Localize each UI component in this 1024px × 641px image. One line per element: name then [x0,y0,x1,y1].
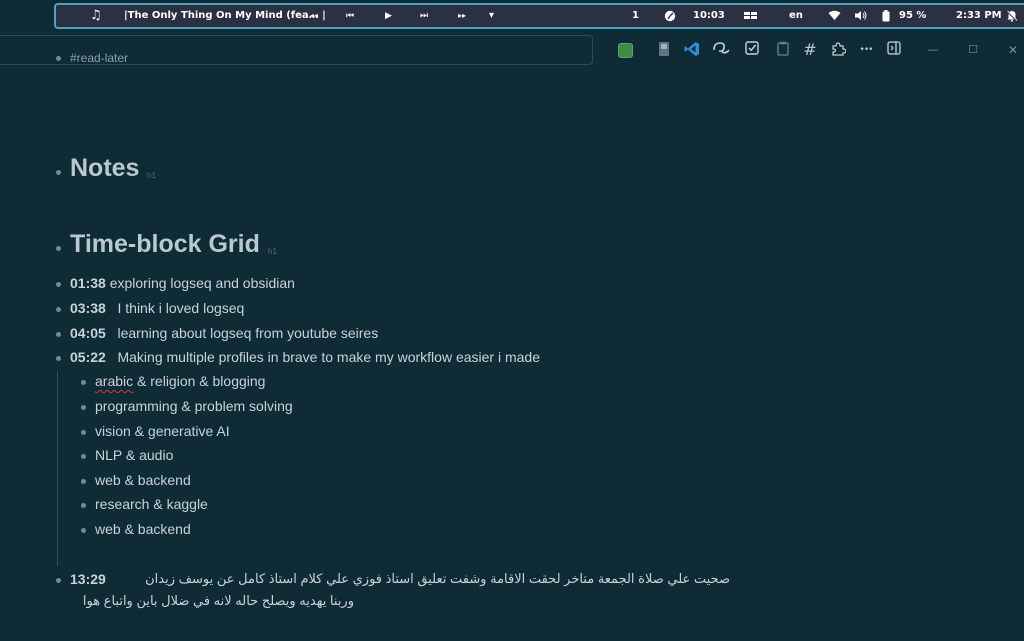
read-later-tag[interactable]: #read-later [70,51,128,65]
close-window-button[interactable]: ✕ [1003,41,1023,59]
arabic-note-line-1[interactable]: صحيت علي صلاة الجمعة متاخر لحقت الاقامة … [118,571,730,587]
keyboard-language[interactable]: en [789,5,803,27]
block-bullet[interactable] [81,380,86,385]
timeblock-item[interactable]: 05:22 Making multiple profiles in brave … [70,349,540,365]
timeblock-item[interactable]: 01:38 exploring logseq and obsidian [70,275,295,291]
clock[interactable]: 2:33 PM [956,5,1002,27]
block-bullet[interactable] [56,282,61,287]
clipboard-icon[interactable] [773,41,793,59]
timeblock-time[interactable]: 13:29 [70,571,106,587]
list-item[interactable]: web & backend [95,472,191,488]
checkbox-icon[interactable] [742,41,762,59]
block-bullet[interactable] [81,503,86,508]
block-bullet[interactable] [56,356,61,361]
timeblock-time: 01:38 [70,275,106,291]
timer-icon [664,5,676,27]
play-icon[interactable]: ▶ [385,5,392,27]
vscode-icon[interactable] [682,41,702,59]
list-item-text: & religion & blogging [133,373,266,389]
notifications-muted-icon[interactable] [1006,5,1018,27]
timer-value[interactable]: 10:03 [693,5,725,27]
heading-level-tag: h1 [268,247,277,256]
block-bullet[interactable] [56,332,61,337]
workspace-indicator[interactable]: 1 [632,5,639,27]
timeblock-item[interactable]: 04:05 learning about logseq from youtube… [70,325,378,341]
list-item[interactable]: vision & generative AI [95,423,230,439]
next-track-icon[interactable]: ⏭ [420,5,428,27]
block-bullet[interactable] [81,454,86,459]
plugin-icon[interactable] [828,41,848,59]
heading-notes[interactable]: Notes [70,154,139,183]
track-title[interactable]: |The Only Thing On My Mind (fea… | [124,5,326,27]
forward-icon[interactable]: ▸▸ [458,5,466,27]
block-bullet[interactable] [81,528,86,533]
list-item[interactable]: programming & problem solving [95,398,293,414]
wifi-icon[interactable] [828,5,841,27]
heading-time-block-grid[interactable]: Time-block Grid [70,230,260,259]
puzzle-app-icon[interactable] [654,41,674,59]
layout-icon[interactable] [744,5,758,27]
rewind-icon[interactable]: ◂◂ [310,5,318,27]
timeblock-text: exploring logseq and obsidian [109,275,295,291]
music-icon[interactable]: ♫ [90,5,102,27]
previous-track-icon[interactable]: ⏮ [346,5,354,27]
battery-icon[interactable] [882,5,890,27]
arabic-note-line-2[interactable]: وربنا يهديه ويصلح حاله لانه في ضلال باين… [70,593,354,609]
block-bullet[interactable] [81,479,86,484]
media-menu-icon[interactable]: ▾ [489,5,494,27]
sidebar-toggle-icon[interactable] [884,41,904,59]
volume-icon[interactable] [854,5,868,27]
block-bullet[interactable] [56,578,61,583]
timeblock-text: learning about logseq from youtube seire… [117,325,379,341]
block-bullet[interactable] [56,246,61,251]
maximize-window-button[interactable]: ☐ [963,41,983,59]
battery-level: 95 % [899,10,927,21]
more-icon[interactable]: ••• [856,41,876,59]
timeblock-time: 05:22 [70,349,106,365]
timeblock-text: Making multiple profiles in brave to mak… [117,349,540,365]
hash-icon[interactable]: # [800,41,820,59]
color-theme-button[interactable] [618,43,633,58]
list-item[interactable]: NLP & audio [95,447,173,463]
block-bullet[interactable] [56,170,61,175]
children-thread-line[interactable] [57,371,58,566]
misspelled-word: arabic [95,373,134,389]
block-bullet[interactable] [56,307,61,312]
list-item[interactable]: arabic & religion & blogging [95,373,265,389]
timeblock-text: I think i loved logseq [117,300,245,316]
timeblock-item[interactable]: 03:38 I think i loved logseq [70,300,244,316]
system-bar-panel: ♫ |The Only Thing On My Mind (fea… | ◂◂ … [54,3,1024,29]
system-bar: ♫ |The Only Thing On My Mind (fea… | ◂◂ … [0,0,1024,32]
block-bullet[interactable] [56,56,61,61]
heading-level-tag: h1 [147,171,156,180]
block-bullet[interactable] [81,430,86,435]
block-bullet[interactable] [81,405,86,410]
timeblock-time: 03:38 [70,300,106,316]
minimize-window-button[interactable]: — [923,41,943,59]
list-item[interactable]: research & kaggle [95,496,208,512]
timeblock-time: 04:05 [70,325,106,341]
list-item[interactable]: web & backend [95,521,191,537]
whiteboard-icon[interactable] [711,41,731,59]
